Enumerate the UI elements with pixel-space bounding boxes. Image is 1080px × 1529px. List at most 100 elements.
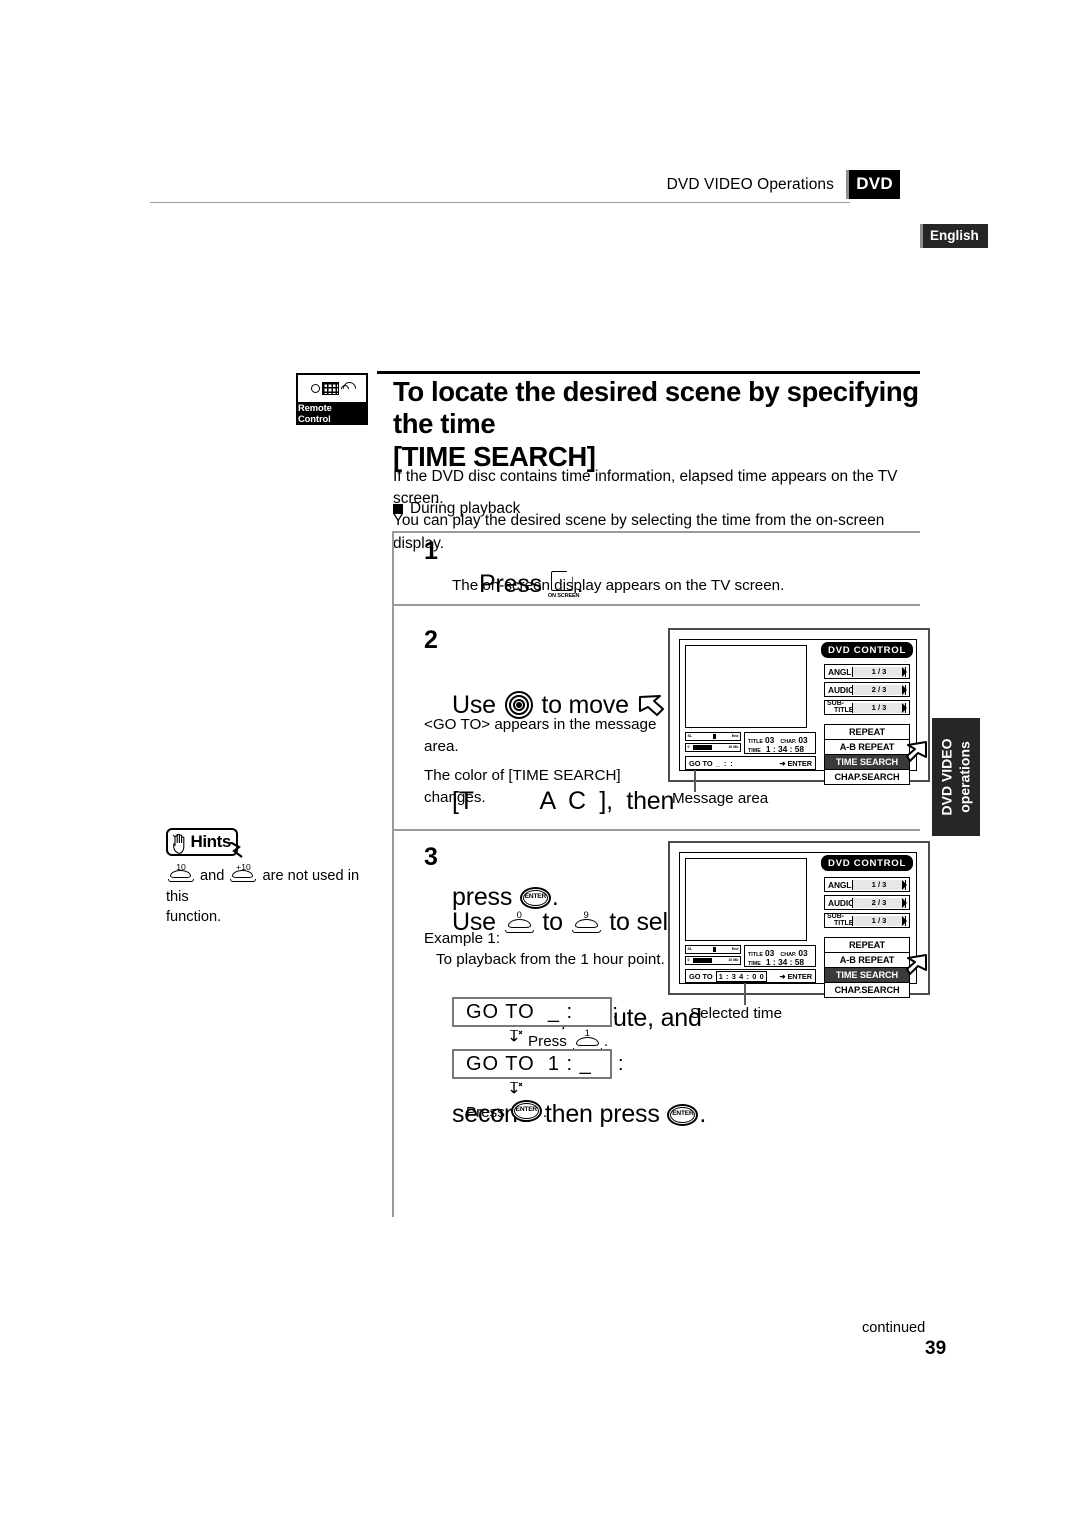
osd-info-time-value-top: 1 : 34 : 58 bbox=[765, 744, 805, 754]
step-2-body-line4: changes. bbox=[424, 788, 486, 806]
osd-seek-bar-upper-bottom[interactable]: SL End bbox=[685, 945, 741, 954]
osd-seek-bar-fill-top bbox=[693, 745, 712, 750]
footer-page-number: 39 bbox=[925, 1338, 947, 1359]
osd-button-ab-repeat-top[interactable]: A-B REPEAT bbox=[824, 739, 910, 755]
subsection-heading-label: During playback bbox=[410, 500, 521, 517]
osd-button-chap-search-top[interactable]: CHAP.SEARCH bbox=[824, 769, 910, 785]
osd-cursor-icon-bottom bbox=[906, 953, 928, 975]
osd-button-chap-search-bottom[interactable]: CHAP.SEARCH bbox=[824, 982, 910, 998]
osd-subtitle-right-arrow-top[interactable] bbox=[902, 703, 907, 713]
step-2-body-line2: area. bbox=[424, 737, 459, 755]
section-side-tab-text: DVD VIDEO operations bbox=[939, 738, 974, 815]
callout-label-selected-time: Selected time bbox=[690, 1005, 783, 1022]
example-press-line-2: Press ENTER . bbox=[466, 1100, 547, 1124]
osd-row-angle-bottom[interactable]: ANGLE 1 / 3 bbox=[824, 877, 910, 892]
osd-title-top: DVD CONTROL bbox=[821, 642, 913, 658]
osd-button-time-search-bottom[interactable]: TIME SEARCH bbox=[824, 967, 910, 983]
osd-row-subtitle-value-top: 1 / 3 bbox=[852, 702, 906, 713]
step-2-body-gap bbox=[424, 757, 659, 765]
example-press-suffix-1: . bbox=[603, 1032, 609, 1050]
step-2-body-line3: The color of [TIME SEARCH] bbox=[424, 767, 621, 785]
osd-goto-value-bottom: 1 : 3 4 : 0 0 bbox=[715, 970, 768, 982]
osd-audio-right-arrow-bottom[interactable] bbox=[902, 898, 907, 908]
example-goto-box-1: GO TO _ : : bbox=[452, 997, 618, 1027]
osd-seek-bar-upper-top[interactable]: SL End bbox=[685, 732, 741, 741]
title-divider bbox=[377, 371, 920, 374]
osd-audio-right-arrow-top[interactable] bbox=[902, 685, 907, 695]
osd-row-subtitle-value-bottom: 1 / 3 bbox=[852, 915, 906, 926]
osd-angle-right-arrow-top[interactable] bbox=[902, 667, 907, 677]
osd-seek-bar-lower-right-label-top: 10 Mb bbox=[728, 745, 739, 749]
number-button-plus10-icon[interactable]: +10 bbox=[230, 862, 257, 883]
number-button-10-icon[interactable]: 10 bbox=[168, 862, 194, 883]
number-button-9-icon[interactable]: 9 bbox=[571, 910, 601, 934]
osd-seek-bar-lower-bottom[interactable]: 0 10 Mb bbox=[685, 956, 741, 965]
down-arrow-icon-2 bbox=[510, 1081, 524, 1098]
enter-button-caption-step3: ENTER bbox=[672, 1110, 694, 1117]
dvd-badge: DVD bbox=[846, 170, 900, 199]
hints-text-and: and bbox=[196, 868, 229, 884]
step-2-body-line1: <GO TO> appears in the message bbox=[424, 716, 657, 733]
step-3-number: 3 bbox=[424, 843, 438, 871]
osd-video-area-top bbox=[685, 645, 807, 728]
hints-badge: Hints bbox=[166, 828, 244, 858]
osd-button-ab-repeat-bottom[interactable]: A-B REPEAT bbox=[824, 952, 910, 968]
osd-panel-top: DVD CONTROL ANGLE 1 / 3 AUDIO 2 / 3 SUB-… bbox=[668, 628, 930, 785]
section-side-tab-line1: DVD VIDEO bbox=[938, 738, 955, 816]
step-rule-end bbox=[392, 1215, 394, 1217]
bullet-square-icon bbox=[393, 504, 403, 514]
osd-button-time-search-top[interactable]: TIME SEARCH bbox=[824, 754, 910, 770]
osd-row-subtitle-top[interactable]: SUB- TITLE 1 / 3 bbox=[824, 700, 910, 715]
hints-tail-icon bbox=[229, 841, 244, 858]
osd-goto-enter-label-top: ENTER bbox=[787, 758, 812, 768]
osd-seek-bar-marker-top bbox=[713, 734, 716, 739]
osd-goto-enter-bottom[interactable]: ➜ ENTER bbox=[779, 972, 815, 981]
step-rule-1 bbox=[392, 531, 920, 533]
enter-button-icon-example[interactable]: ENTER bbox=[510, 1100, 542, 1124]
osd-row-angle-value-bottom: 1 / 3 bbox=[852, 879, 906, 890]
page-title-line1: To locate the desired scene by specifyin… bbox=[393, 376, 919, 440]
osd-subtitle-label-top-b: TITLE bbox=[834, 706, 854, 714]
hints-text-body: are not used in this bbox=[166, 868, 360, 905]
page-header: DVD VIDEO Operations DVD bbox=[150, 170, 930, 206]
osd-subtitle-label-bottom-b: TITLE bbox=[834, 919, 854, 927]
enter-button-icon-step3[interactable]: ENTER bbox=[667, 1104, 699, 1128]
osd-info-box-top: TITLE 03 CHAP. 03 TIME 1 : 34 : 58 bbox=[744, 732, 816, 754]
osd-goto-bar-top[interactable]: GO TO _ : : ➜ ENTER bbox=[685, 756, 816, 770]
osd-info-time-value-bottom: 1 : 34 : 58 bbox=[765, 957, 805, 967]
osd-subtitle-right-arrow-bottom[interactable] bbox=[902, 916, 907, 926]
hints-label: Hints bbox=[190, 832, 231, 851]
callout-label-message-area: Message area bbox=[672, 790, 769, 807]
osd-seek-bar-lower-top[interactable]: 0 10 Mb bbox=[685, 743, 741, 752]
osd-row-audio-bottom[interactable]: AUDIO 2 / 3 bbox=[824, 895, 910, 910]
pointing-hand-icon bbox=[172, 833, 187, 854]
remote-signal-icon bbox=[339, 379, 359, 398]
example-goto-box-2: GO TO 1 : _ : bbox=[452, 1049, 624, 1079]
osd-screen-bottom: DVD CONTROL ANGLE 1 / 3 AUDIO 2 / 3 SUB-… bbox=[679, 852, 917, 998]
osd-row-angle-value-top: 1 / 3 bbox=[852, 666, 906, 677]
language-badge: English bbox=[920, 224, 988, 248]
step-3-to-label: to bbox=[535, 908, 570, 936]
step-3-example-label: Example 1: bbox=[424, 930, 500, 947]
example-press-suffix-2: . bbox=[542, 1103, 548, 1121]
osd-row-audio-value-bottom: 2 / 3 bbox=[852, 897, 906, 908]
osd-angle-right-arrow-bottom[interactable] bbox=[902, 880, 907, 890]
osd-goto-enter-top[interactable]: ➜ ENTER bbox=[779, 759, 815, 768]
osd-title-wrap-bottom: DVD CONTROL bbox=[816, 855, 913, 874]
step-1-number: 1 bbox=[424, 537, 438, 565]
osd-info-title-row-top: TITLE 03 CHAP. 03 bbox=[748, 735, 808, 745]
osd-button-repeat-bottom[interactable]: REPEAT bbox=[824, 937, 910, 953]
osd-goto-bar-bottom[interactable]: GO TO 1 : 3 4 : 0 0 ➜ ENTER bbox=[685, 969, 816, 983]
osd-title-bottom: DVD CONTROL bbox=[821, 855, 913, 871]
number-button-0-icon[interactable]: 0 bbox=[504, 910, 534, 934]
osd-goto-value-top: _ : : bbox=[715, 758, 734, 768]
osd-row-subtitle-bottom[interactable]: SUB- TITLE 1 / 3 bbox=[824, 913, 910, 928]
remote-led-icon bbox=[311, 384, 320, 393]
hints-text: 10 and +10 are not used in this function… bbox=[166, 862, 381, 928]
osd-row-audio-top[interactable]: AUDIO 2 / 3 bbox=[824, 682, 910, 697]
osd-row-angle-top[interactable]: ANGLE 1 / 3 bbox=[824, 664, 910, 679]
section-side-tab-line2: operations bbox=[956, 741, 972, 813]
osd-button-repeat-top[interactable]: REPEAT bbox=[824, 724, 910, 740]
step-1-body: The on-screen display appears on the TV … bbox=[452, 577, 785, 594]
osd-info-title-value-top: 03 bbox=[764, 734, 775, 745]
